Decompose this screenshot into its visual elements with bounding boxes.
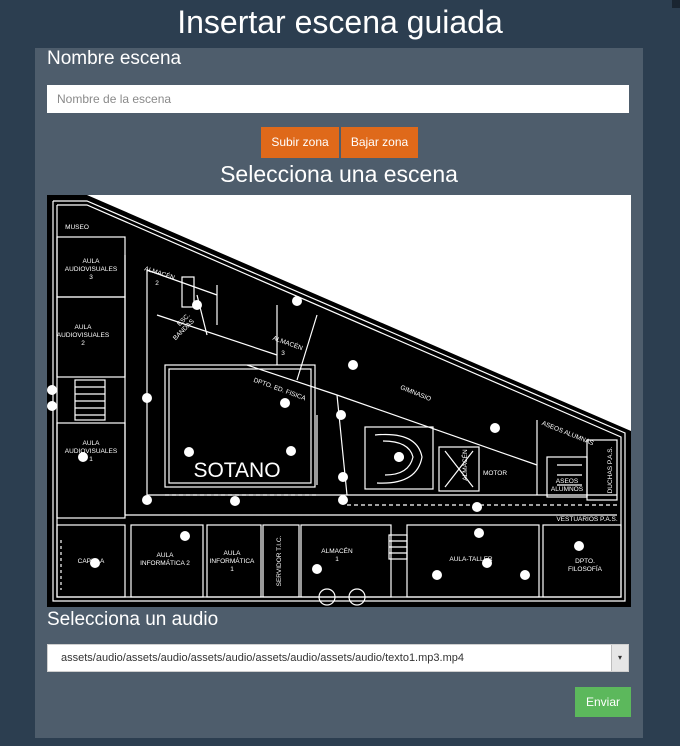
scene-hotspot[interactable] <box>336 410 346 420</box>
room-label: DUCHAS P.A.S. <box>607 446 614 493</box>
room-label: 1 <box>335 556 339 563</box>
audio-selected-value: assets/audio/assets/audio/assets/audio/a… <box>61 652 464 664</box>
room-label: INFORMÁTICA 2 <box>140 558 190 567</box>
room-label: ALUMNOS <box>551 486 584 493</box>
room-label: AUDIOVISUALES <box>65 448 118 455</box>
zone-down-button[interactable]: Bajar zona <box>341 127 418 158</box>
scene-hotspot[interactable] <box>312 564 322 574</box>
scene-name-input[interactable] <box>47 85 629 113</box>
room-label: AULA <box>83 258 101 265</box>
room-label: 3 <box>89 274 93 281</box>
room-label: INFORMÁTICA <box>210 556 255 565</box>
room-label: 2 <box>155 280 159 287</box>
scene-hotspot[interactable] <box>338 495 348 505</box>
scene-hotspot[interactable] <box>90 558 100 568</box>
room-label: AULA <box>83 440 101 447</box>
room-label: MOTOR <box>483 470 507 477</box>
scene-hotspot[interactable] <box>184 447 194 457</box>
room-label: 1 <box>89 456 93 463</box>
room-label: DPTO. <box>575 558 595 565</box>
room-label: AULA <box>157 552 175 559</box>
room-label: ALMACÉN <box>321 546 353 555</box>
page-title: Insertar escena guiada <box>177 4 503 40</box>
scene-hotspot[interactable] <box>394 452 404 462</box>
room-label: AULA <box>75 324 93 331</box>
room-label: AUDIOVISUALES <box>65 266 118 273</box>
room-label: AUDIOVISUALES <box>57 332 110 339</box>
audio-label: Selecciona un audio <box>47 609 219 630</box>
level-label: SOTANO <box>193 459 280 482</box>
room-label: ALMACÉN <box>460 449 469 481</box>
scene-hotspot[interactable] <box>348 360 358 370</box>
scene-hotspot[interactable] <box>230 496 240 506</box>
scene-hotspot[interactable] <box>292 296 302 306</box>
scene-hotspot[interactable] <box>142 393 152 403</box>
audio-select[interactable]: assets/audio/assets/audio/assets/audio/a… <box>47 644 629 672</box>
scene-hotspot[interactable] <box>47 401 57 411</box>
room-label: FILOSOFÍA <box>568 564 603 573</box>
scene-hotspot[interactable] <box>482 558 492 568</box>
scene-hotspot[interactable] <box>338 472 348 482</box>
scene-hotspot[interactable] <box>490 423 500 433</box>
floorplan-map[interactable]: MUSEO AULA AUDIOVISUALES 3 ALMACÉN 2 AUL… <box>47 195 631 607</box>
scene-hotspot[interactable] <box>520 570 530 580</box>
room-label: 2 <box>81 340 85 347</box>
room-label: SERVIDOR T.I.C. <box>276 535 283 586</box>
room-label: VESTUARIOS P.A.S. <box>556 516 617 523</box>
scene-select-label: Selecciona una escena <box>220 161 458 187</box>
scene-name-label: Nombre escena <box>47 48 182 69</box>
room-label: MUSEO <box>65 224 89 231</box>
dropdown-arrow-icon[interactable]: ▾ <box>611 645 628 671</box>
submit-button[interactable]: Enviar <box>575 687 631 717</box>
scene-hotspot[interactable] <box>472 502 482 512</box>
scene-hotspot[interactable] <box>474 528 484 538</box>
scene-hotspot[interactable] <box>192 300 202 310</box>
room-label: 1 <box>230 566 234 573</box>
scene-hotspot[interactable] <box>78 452 88 462</box>
scene-hotspot[interactable] <box>286 446 296 456</box>
form-panel: Nombre escena Subir zona Bajar zona Sele… <box>35 48 643 738</box>
corner-decoration <box>672 0 680 8</box>
scene-hotspot[interactable] <box>142 495 152 505</box>
zone-up-button[interactable]: Subir zona <box>261 127 339 158</box>
room-label: ASEOS <box>556 478 579 485</box>
scene-hotspot[interactable] <box>574 541 584 551</box>
scene-hotspot[interactable] <box>180 531 190 541</box>
scene-hotspot[interactable] <box>47 385 57 395</box>
scene-hotspot[interactable] <box>432 570 442 580</box>
room-label: 3 <box>281 350 285 357</box>
scene-hotspot[interactable] <box>280 398 290 408</box>
room-label: AULA <box>224 550 242 557</box>
